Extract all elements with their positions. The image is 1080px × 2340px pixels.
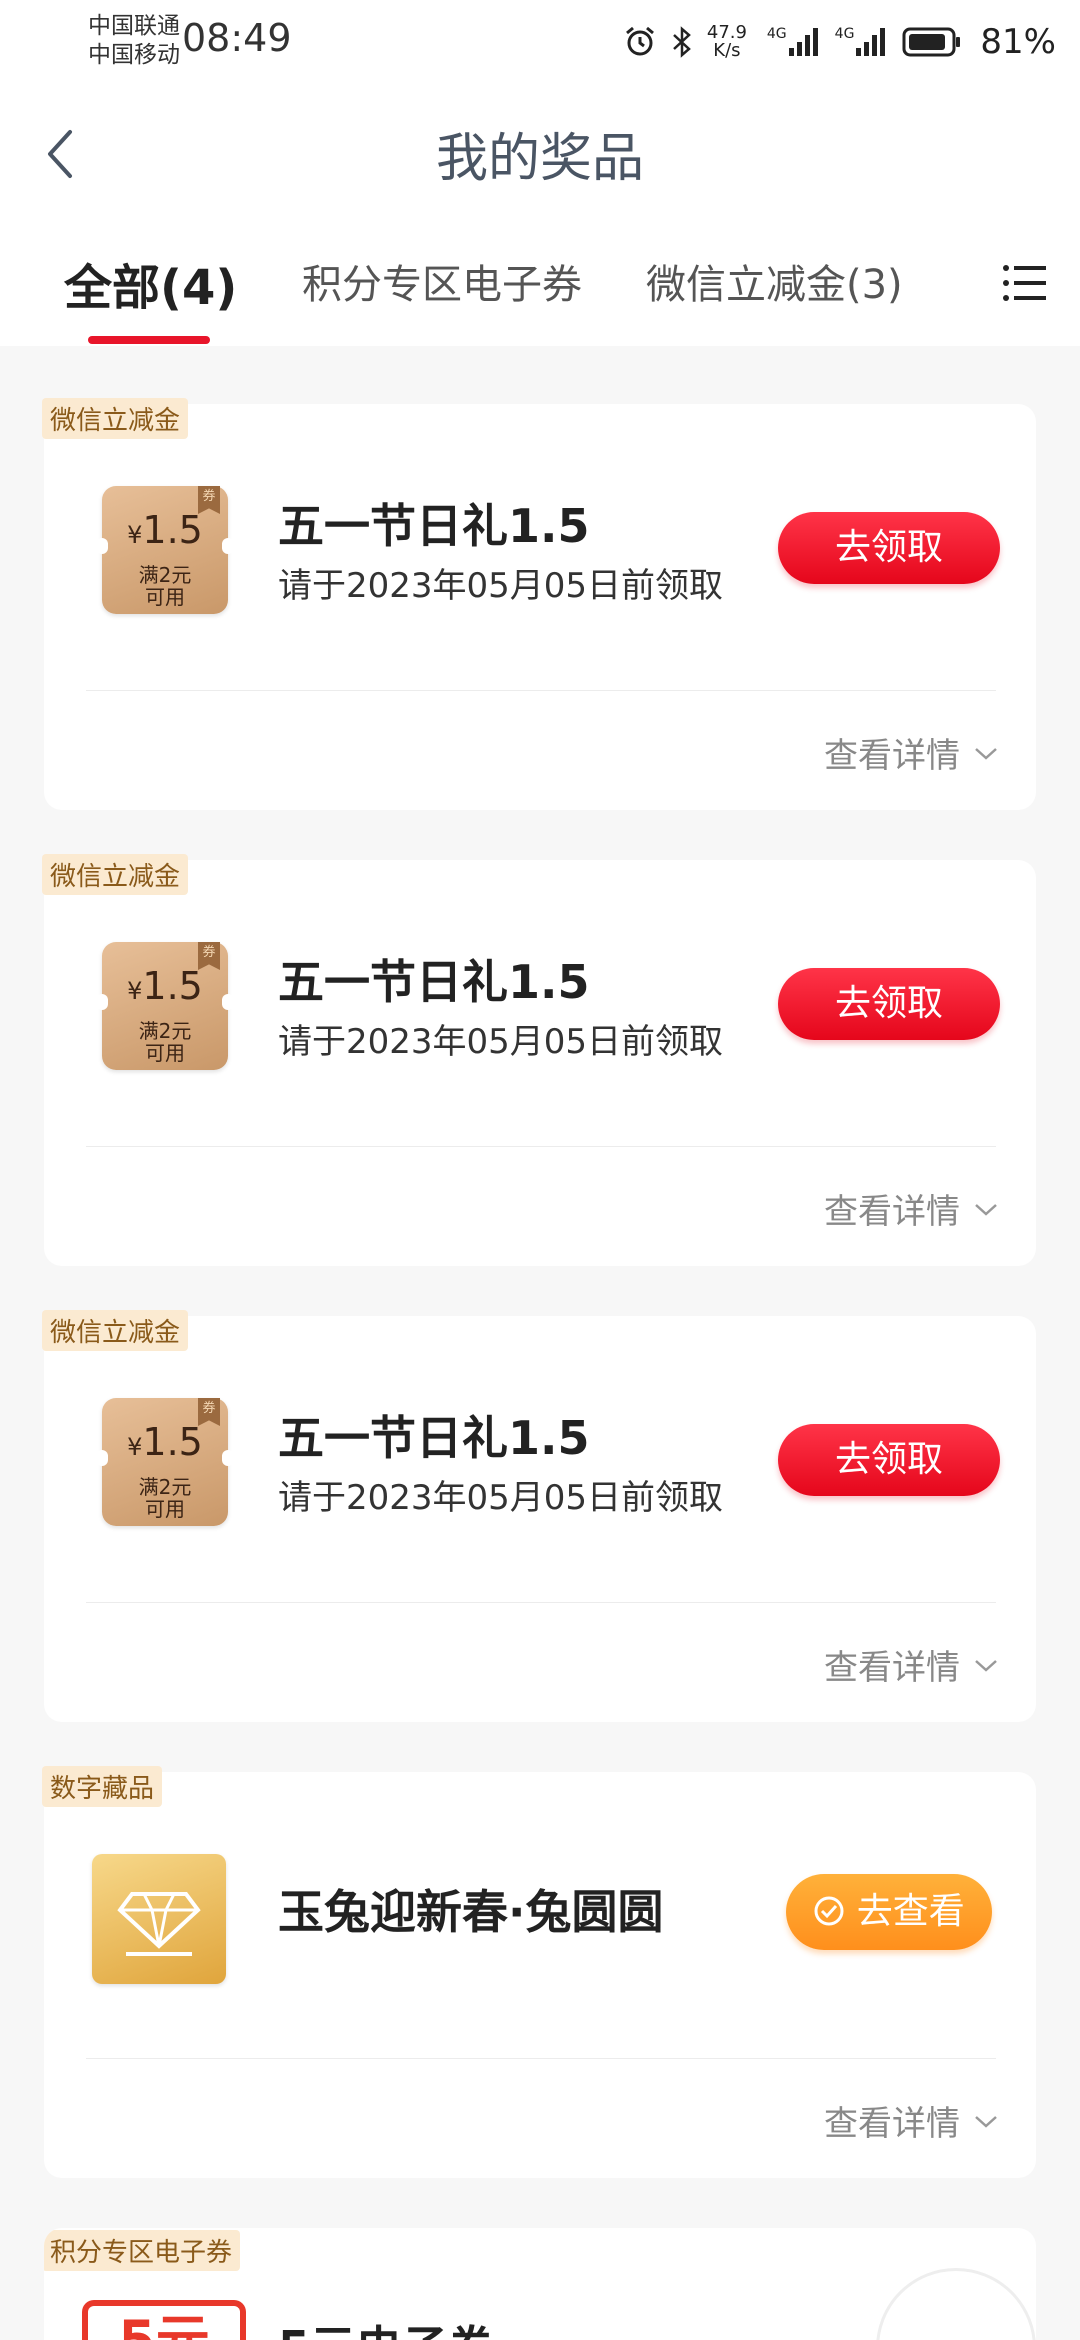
chevron-down-icon [975, 2115, 997, 2128]
battery-percent: 81% [980, 22, 1056, 62]
prize-name: 玉兔迎新春·兔圆圆 [278, 1885, 664, 1939]
view-details-label: 查看详情 [824, 1192, 960, 1232]
currency-symbol: ¥ [127, 977, 143, 1005]
view-details-link[interactable]: 查看详情 [824, 2096, 998, 2145]
used-stamp-icon [876, 2268, 1036, 2340]
prize-name: 5元电子券 [278, 2312, 494, 2340]
tab-all[interactable]: 全部(4) [64, 248, 237, 318]
page-header: 我的奖品 [0, 84, 1080, 214]
signal-2-label: 4G [834, 26, 855, 42]
signal-1-label: 4G [766, 26, 787, 42]
currency-symbol: ¥ [127, 521, 143, 549]
battery-icon [902, 26, 962, 58]
coupon-value: 1.5 [142, 964, 203, 1008]
coupon-icon: 券 ¥1.5 满2元 可用 [96, 942, 234, 1070]
network-speed: 47.9 K/s [707, 24, 753, 60]
view-collectible-button[interactable]: 去查看 [786, 1874, 992, 1950]
list-icon [1003, 265, 1046, 301]
prize-category-tag: 积分专区电子券 [44, 2230, 241, 2271]
prize-card: 数字藏品 玉兔迎新春·兔圆圆 去查看 查看详情 [42, 1766, 1036, 2178]
coupon-icon: 券 ¥1.5 满2元 可用 [96, 486, 234, 614]
coupon-amount: ¥1.5 [102, 508, 228, 552]
coupon-value: 1.5 [142, 1420, 203, 1464]
prize-card: 微信立减金 券 ¥1.5 满2元 可用 五一节日礼1.5 请于2023年05月05… [42, 1310, 1036, 1722]
carrier-info: 中国联通 中国移动 [88, 12, 180, 70]
claim-button[interactable]: 去领取 [778, 968, 1000, 1040]
chevron-down-icon [975, 1659, 997, 1672]
coupon-amount: ¥1.5 [102, 1420, 228, 1464]
speed-unit: K/s [713, 40, 741, 61]
condition-line-1: 满2元 [138, 563, 192, 587]
menu-button[interactable] [1000, 258, 1050, 308]
signal-1-icon: 4G [767, 26, 821, 58]
prize-category-tag: 微信立减金 [42, 1310, 189, 1351]
prize-category-tag: 微信立减金 [42, 854, 189, 895]
condition-line-2: 可用 [145, 1497, 185, 1521]
view-collectible-label: 去查看 [856, 1891, 965, 1932]
tab-wechat-discount[interactable]: 微信立减金(3) [646, 252, 903, 310]
divider [86, 1146, 996, 1147]
claim-button[interactable]: 去领取 [778, 512, 1000, 584]
prize-category-tag: 微信立减金 [42, 398, 189, 439]
prize-deadline: 请于2023年05月05日前领取 [278, 1478, 724, 1518]
alarm-icon [623, 25, 657, 59]
check-circle-icon [814, 1896, 844, 1926]
prize-card: 积分专区电子券 5元 5元电子券 [44, 2228, 1036, 2340]
view-details-link[interactable]: 查看详情 [824, 1640, 998, 1689]
prize-deadline: 请于2023年05月05日前领取 [278, 566, 724, 606]
coupon-condition: 满2元 可用 [102, 1020, 228, 1064]
tab-active-indicator [88, 336, 210, 344]
coupon-amount: ¥1.5 [102, 964, 228, 1008]
coupon-condition: 满2元 可用 [102, 564, 228, 608]
prize-deadline: 请于2023年05月05日前领取 [278, 1022, 724, 1062]
coupon-condition: 满2元 可用 [102, 1476, 228, 1520]
condition-line-2: 可用 [145, 585, 185, 609]
tab-points-coupons[interactable]: 积分专区电子券 [302, 252, 582, 310]
condition-line-1: 满2元 [138, 1475, 192, 1499]
coupon-value: 1.5 [142, 508, 203, 552]
signal-2-icon: 4G [835, 26, 889, 58]
prize-name: 五一节日礼1.5 [278, 499, 590, 553]
chevron-down-icon [975, 747, 997, 760]
diamond-icon [92, 1854, 226, 1984]
status-bar: 中国联通 中国移动 08:49 47.9 K/s 4G 4G 81% [0, 0, 1080, 84]
view-details-label: 查看详情 [824, 2104, 960, 2144]
carrier-1: 中国联通 [88, 13, 180, 39]
chevron-down-icon [975, 1203, 997, 1216]
clock: 08:49 [182, 16, 292, 60]
view-details-link[interactable]: 查看详情 [824, 1184, 998, 1233]
e-coupon-icon: 5元 [82, 2300, 246, 2340]
view-details-label: 查看详情 [824, 736, 960, 776]
divider [86, 1602, 996, 1603]
status-icons: 47.9 K/s 4G 4G 81% [623, 18, 1056, 66]
prize-category-tag: 数字藏品 [42, 1766, 163, 1807]
currency-symbol: ¥ [127, 1433, 143, 1461]
prize-name: 五一节日礼1.5 [278, 955, 590, 1009]
view-details-link[interactable]: 查看详情 [824, 728, 998, 777]
prize-name: 五一节日礼1.5 [278, 1411, 590, 1465]
carrier-2: 中国移动 [88, 42, 180, 68]
divider [86, 2058, 996, 2059]
view-details-label: 查看详情 [824, 1648, 960, 1688]
diamond-glyph [117, 1892, 201, 1956]
prize-card: 微信立减金 券 ¥1.5 满2元 可用 五一节日礼1.5 请于2023年05月05… [42, 398, 1036, 810]
coupon-icon: 券 ¥1.5 满2元 可用 [96, 1398, 234, 1526]
condition-line-2: 可用 [145, 1041, 185, 1065]
prize-card: 微信立减金 券 ¥1.5 满2元 可用 五一节日礼1.5 请于2023年05月05… [42, 854, 1036, 1266]
condition-line-1: 满2元 [138, 1019, 192, 1043]
divider [86, 690, 996, 691]
tab-bar: 全部(4) 积分专区电子券 微信立减金(3) [0, 214, 1080, 346]
claim-button[interactable]: 去领取 [778, 1424, 1000, 1496]
bluetooth-icon [671, 25, 693, 59]
page-title: 我的奖品 [435, 129, 644, 189]
